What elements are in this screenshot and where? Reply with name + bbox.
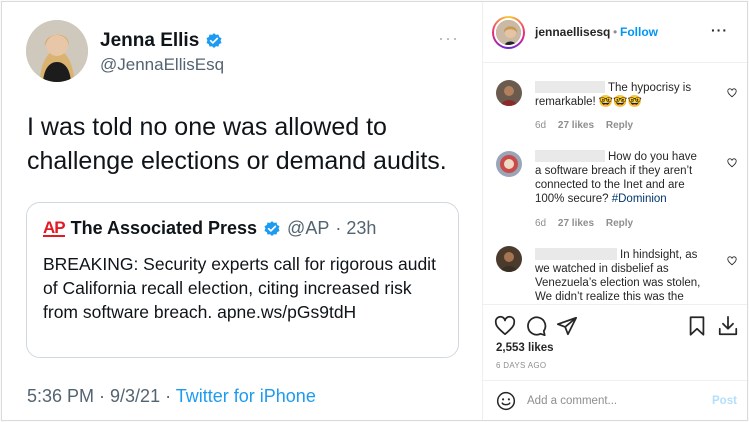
post-actions: 2,553 likes 6 DAYS AGO bbox=[483, 304, 747, 380]
quoted-time: · 23h bbox=[335, 218, 377, 238]
post-date: 6 DAYS AGO bbox=[496, 361, 547, 370]
author-avatar[interactable] bbox=[492, 16, 525, 49]
commenter-username[interactable] bbox=[535, 81, 605, 93]
comment-likes[interactable]: 27 likes bbox=[558, 120, 594, 131]
commenter-avatar[interactable] bbox=[496, 80, 522, 106]
post-comment-button[interactable]: Post bbox=[712, 395, 737, 407]
commenter-avatar[interactable] bbox=[496, 151, 522, 177]
download-icon[interactable] bbox=[717, 315, 739, 337]
comment-meta: 6d 27 likes Reply bbox=[535, 218, 642, 229]
comments-list[interactable]: The hypocrisy is remarkable! 🤓🤓🤓 6d 27 l… bbox=[483, 64, 747, 304]
quoted-author-handle: @AP bbox=[287, 218, 330, 238]
comment-like-icon[interactable] bbox=[727, 256, 737, 266]
comment-text: In hindsight, as we watched in disbelief… bbox=[535, 248, 701, 303]
avatar bbox=[494, 18, 523, 47]
instagram-post-frame: Jenna Ellis @JennaEllisEsq ··· I was tol… bbox=[1, 1, 748, 421]
comment-input[interactable] bbox=[527, 391, 697, 411]
reply-button[interactable]: Reply bbox=[606, 120, 633, 131]
comment-text: The hypocrisy is remarkable! 🤓🤓🤓 bbox=[535, 81, 692, 108]
heart-icon[interactable] bbox=[494, 315, 516, 337]
tweet-meta: 5:36 PM · 9/3/21 · Twitter for iPhone bbox=[27, 386, 316, 407]
verified-badge-icon bbox=[264, 220, 280, 236]
commenter-username[interactable] bbox=[535, 150, 605, 162]
commenter-username[interactable] bbox=[535, 248, 617, 260]
ap-logo: AP bbox=[43, 218, 66, 237]
post-image: Jenna Ellis @JennaEllisEsq ··· I was tol… bbox=[2, 2, 483, 420]
comment-likes[interactable]: 27 likes bbox=[558, 218, 594, 229]
tweet-author-handle: @JennaEllisEsq bbox=[100, 55, 225, 74]
emoji-icon[interactable] bbox=[496, 391, 516, 411]
comment-text: How do you have a software breach if the… bbox=[535, 150, 697, 205]
quoted-tweet-body: BREAKING: Security experts call for rigo… bbox=[43, 254, 436, 322]
like-count[interactable]: 2,553 likes bbox=[496, 342, 554, 354]
tweet-text: I was told no one was allowed to challen… bbox=[27, 113, 447, 175]
commenter-avatar[interactable] bbox=[496, 246, 522, 272]
verified-badge-icon bbox=[206, 33, 222, 48]
more-dots-icon: ··· bbox=[438, 28, 459, 48]
quoted-tweet-header: AP The Associated Press @AP · 23h bbox=[43, 218, 376, 239]
comment-meta: 6d 27 likes Reply bbox=[535, 120, 642, 131]
comment-age: 6d bbox=[535, 120, 547, 131]
tweet-source: Twitter for iPhone bbox=[175, 386, 316, 406]
comment-like-icon[interactable] bbox=[727, 88, 737, 98]
tweet-author-avatar bbox=[26, 20, 88, 82]
save-icon[interactable] bbox=[686, 315, 708, 337]
comment-like-icon[interactable] bbox=[727, 158, 737, 168]
follow-button[interactable]: Follow bbox=[620, 25, 658, 39]
comment-icon[interactable] bbox=[525, 315, 547, 337]
quoted-author-name: The Associated Press bbox=[70, 218, 258, 238]
author-username[interactable]: jennaellisesq bbox=[535, 25, 610, 39]
tweet-timestamp: 5:36 PM · 9/3/21 · bbox=[27, 386, 172, 406]
comment-hashtag[interactable]: #Dominion bbox=[612, 193, 667, 205]
header-separator: • bbox=[613, 25, 618, 39]
post-sidebar: jennaellisesq • Follow ··· The hypocrisy… bbox=[483, 2, 747, 420]
comment-age: 6d bbox=[535, 218, 547, 229]
quoted-tweet: AP The Associated Press @AP · 23h BREAKI… bbox=[26, 202, 459, 358]
tweet-author-name: Jenna Ellis bbox=[100, 30, 200, 51]
add-comment-bar: Post bbox=[483, 380, 747, 420]
share-icon[interactable] bbox=[556, 315, 578, 337]
more-options-icon[interactable]: ··· bbox=[711, 22, 728, 38]
tweet-author-row: Jenna Ellis bbox=[100, 30, 223, 52]
reply-button[interactable]: Reply bbox=[606, 218, 633, 229]
post-header: jennaellisesq • Follow ··· bbox=[483, 2, 747, 63]
